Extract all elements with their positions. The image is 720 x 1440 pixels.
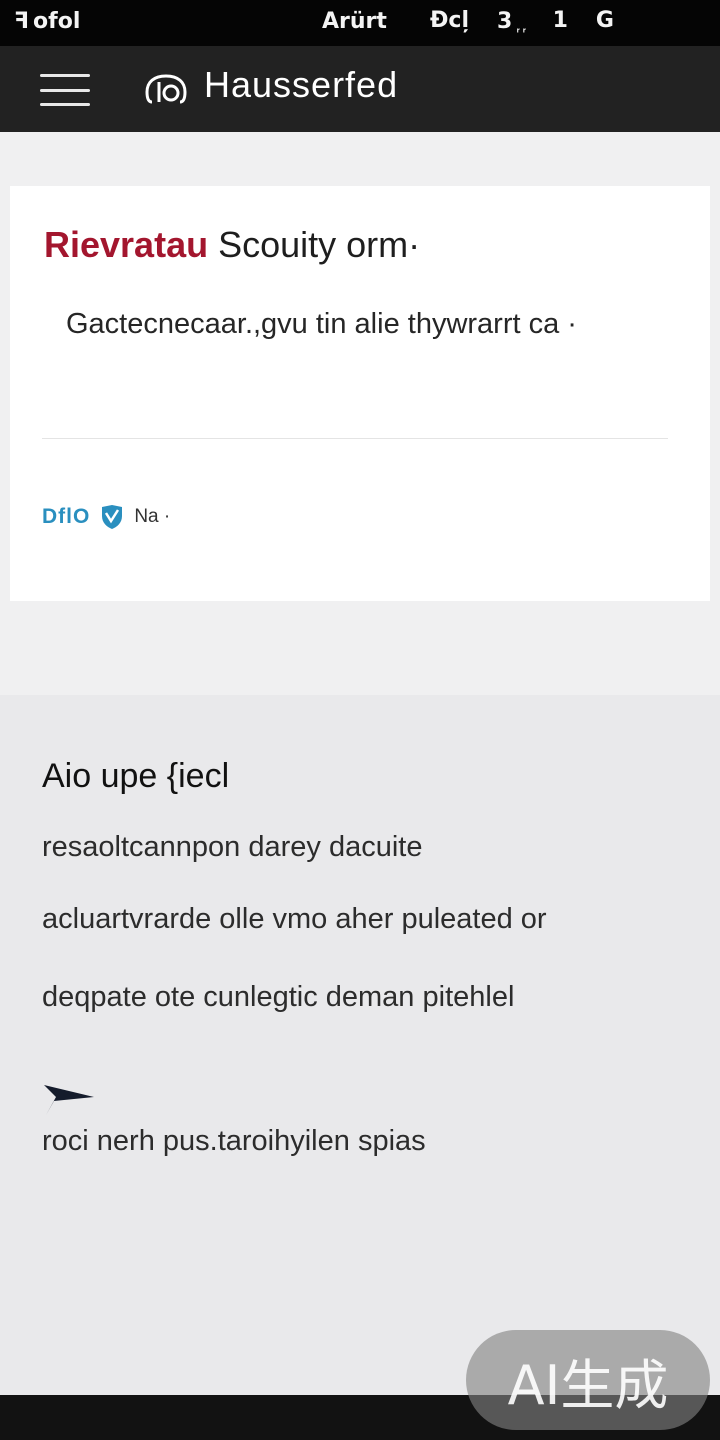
status-left-text: ofol xyxy=(33,9,81,34)
logo-icon xyxy=(145,74,187,104)
card-title-rest: Scouity orm· xyxy=(208,224,421,265)
menu-icon[interactable] xyxy=(38,70,92,110)
status-right-item: G xyxy=(595,8,614,33)
shield-check-icon xyxy=(102,505,123,529)
meta-code: DflO xyxy=(42,505,91,528)
watermark-badge: AI生成 xyxy=(466,1330,710,1430)
status-right-item: 1 xyxy=(552,8,568,33)
status-middle-text: Arürt xyxy=(322,9,387,34)
status-right-item: 3 ᷊ ᷊ xyxy=(497,9,525,34)
status-app-icon: ꟻ xyxy=(14,9,30,34)
card-body: Gactecnecaar.,gvu tin alie thywrarrt ca … xyxy=(66,308,577,340)
section-footer-line: roci nerh pus.taroihyilen spias xyxy=(42,1125,426,1157)
status-right-item: Ɖcl̦ xyxy=(430,8,470,33)
card-divider xyxy=(42,438,668,439)
app-title: Hausserfed xyxy=(204,64,399,105)
arrow-icon[interactable] xyxy=(42,1083,96,1117)
status-left: ꟻ ofol xyxy=(14,9,80,34)
app-bar: Hausserfed xyxy=(0,46,720,132)
card-meta[interactable]: DflO Na · xyxy=(42,504,170,530)
meta-text: Na · xyxy=(134,506,171,527)
status-bar: ꟻ ofol Arürt Ɖcl̦ 3 ᷊ ᷊ 1 G xyxy=(0,0,720,46)
section-line: resaoltcannpon darey dacuite xyxy=(42,831,423,863)
content-section: Aio upe {iecl resaoltcannpon darey dacui… xyxy=(0,695,720,1395)
card-title-accent: Rievratau xyxy=(44,224,209,265)
info-card: Rievratau Scouity orm· Gactecnecaar.,gvu… xyxy=(10,186,710,601)
card-title: Rievratau Scouity orm· xyxy=(44,224,420,266)
section-heading: Aio upe {iecl xyxy=(42,757,230,795)
section-line: acluartvrarde olle vmo aher puleated or xyxy=(42,903,547,935)
status-right: Ɖcl̦ 3 ᷊ ᷊ 1 G xyxy=(430,8,614,34)
section-line: deqpate ote cunlegtic deman pitehlel xyxy=(42,981,515,1013)
